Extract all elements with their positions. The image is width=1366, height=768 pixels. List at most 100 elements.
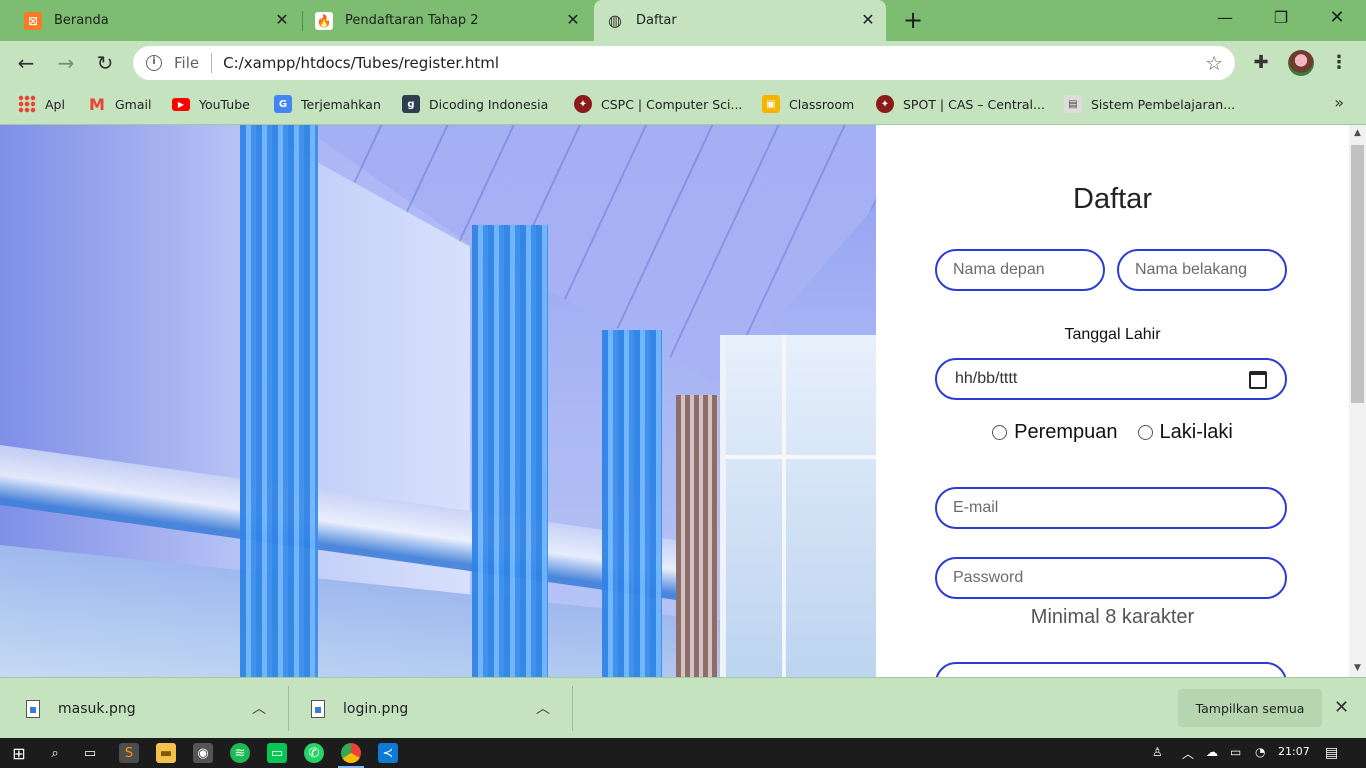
forward-button[interactable]: → bbox=[52, 49, 80, 77]
bookmark-star-icon[interactable]: ☆ bbox=[1205, 51, 1223, 75]
wifi-icon[interactable]: ◔ bbox=[1255, 745, 1265, 759]
notification-icon[interactable]: ▤ bbox=[1325, 745, 1338, 761]
download-filename: masuk.png bbox=[58, 700, 136, 717]
image-file-icon bbox=[311, 699, 325, 718]
close-icon[interactable]: ✕ bbox=[860, 12, 876, 28]
form-title: Daftar bbox=[1073, 183, 1152, 215]
confirm-password-input[interactable] bbox=[935, 662, 1287, 677]
radio-button[interactable] bbox=[1137, 425, 1153, 440]
chevron-up-icon[interactable]: ︿ bbox=[536, 698, 550, 718]
url-text[interactable]: C:/xampp/htdocs/Tubes/register.html bbox=[223, 54, 499, 72]
browser-toolbar: ← → ↻ i File C:/xampp/htdocs/Tubes/regis… bbox=[0, 41, 1366, 85]
download-separator bbox=[572, 686, 573, 731]
close-icon[interactable]: ✕ bbox=[565, 12, 581, 28]
search-icon[interactable]: ⌕ bbox=[45, 743, 65, 763]
sublime-text-icon[interactable]: S bbox=[119, 743, 139, 763]
close-download-bar-icon[interactable]: ✕ bbox=[1334, 697, 1349, 718]
bookmark-label: Gmail bbox=[115, 96, 152, 112]
menu-kebab-icon[interactable]: ⋮ bbox=[1327, 51, 1351, 75]
globe-icon: ◍ bbox=[608, 11, 622, 30]
scroll-thumb[interactable] bbox=[1351, 145, 1364, 403]
close-window-button[interactable]: ✕ bbox=[1314, 6, 1360, 34]
bookmark-dicoding[interactable]: g Dicoding Indonesia bbox=[402, 94, 548, 114]
blue-curtain-shape bbox=[602, 330, 662, 677]
bookmark-gmail[interactable]: M Gmail bbox=[88, 94, 151, 114]
bookmark-label: SPOT | CAS – Central... bbox=[903, 96, 1045, 112]
scheme-label: File bbox=[174, 54, 200, 72]
dob-placeholder: hh/bb/tttt bbox=[955, 370, 1018, 387]
apps-grid-icon bbox=[18, 95, 36, 113]
calendar-icon[interactable] bbox=[1249, 371, 1267, 389]
bookmark-label: Sistem Pembelajaran... bbox=[1091, 96, 1236, 112]
bookmark-youtube[interactable]: ▶ YouTube bbox=[172, 94, 250, 114]
tab-pendaftaran[interactable]: 🔥 Pendaftaran Tahap 2 ✕ bbox=[303, 0, 591, 41]
more-bookmarks-icon[interactable]: » bbox=[1334, 93, 1344, 112]
vscode-icon[interactable]: ≺ bbox=[378, 743, 398, 763]
gender-option-perempuan[interactable]: Perempuan bbox=[992, 421, 1118, 444]
last-name-input[interactable]: Nama belakang bbox=[1117, 249, 1287, 291]
gender-option-laki-laki[interactable]: Laki-laki bbox=[1137, 421, 1233, 444]
dicoding-icon: g bbox=[402, 95, 420, 113]
download-item-masuk[interactable]: masuk.png bbox=[26, 678, 136, 739]
spotify-icon[interactable]: ≋ bbox=[230, 743, 250, 763]
first-name-input[interactable]: Nama depan bbox=[935, 249, 1105, 291]
cspc-icon: ✦ bbox=[574, 95, 592, 113]
reload-button[interactable]: ↻ bbox=[91, 49, 119, 77]
blue-curtain-shape bbox=[472, 225, 548, 677]
password-placeholder: Password bbox=[953, 569, 1024, 586]
battery-icon[interactable]: ▭ bbox=[1230, 745, 1241, 759]
file-explorer-icon[interactable]: ▬ bbox=[156, 743, 176, 763]
bookmark-classroom[interactable]: ▣ Classroom bbox=[762, 94, 854, 114]
whatsapp-icon[interactable]: ✆ bbox=[304, 743, 324, 763]
bookmark-cspc[interactable]: ✦ CSPC | Computer Sci... bbox=[574, 94, 742, 114]
people-icon[interactable]: ♙ bbox=[1152, 745, 1163, 759]
password-input[interactable]: Password bbox=[935, 557, 1287, 599]
email-input[interactable]: E-mail bbox=[935, 487, 1287, 529]
spot-icon: ✦ bbox=[876, 95, 894, 113]
tab-title: Daftar bbox=[636, 13, 677, 28]
bookmark-terjemahkan[interactable]: G Terjemahkan bbox=[274, 94, 381, 114]
task-view-icon[interactable]: ▭ bbox=[80, 743, 100, 763]
hospital-room-image bbox=[0, 125, 876, 677]
download-item-login[interactable]: login.png bbox=[311, 678, 408, 739]
tab-beranda[interactable]: ⊠ Beranda ✕ bbox=[12, 0, 300, 41]
bookmark-label: Classroom bbox=[789, 96, 855, 112]
onedrive-icon[interactable]: ☁ bbox=[1206, 745, 1218, 759]
bookmark-label: Apl bbox=[45, 96, 65, 112]
show-all-downloads-button[interactable]: Tampilkan semua bbox=[1178, 689, 1322, 727]
scroll-down-arrow-icon[interactable]: ▼ bbox=[1349, 660, 1366, 677]
extensions-puzzle-icon[interactable]: ✚ bbox=[1249, 51, 1273, 75]
dob-date-input[interactable]: hh/bb/tttt bbox=[935, 358, 1287, 400]
bookmarks-bar: Apl M Gmail ▶ YouTube G Terjemahkan g Di… bbox=[0, 85, 1366, 125]
line-icon[interactable]: ▭ bbox=[267, 743, 287, 763]
address-bar[interactable]: i File C:/xampp/htdocs/Tubes/register.ht… bbox=[133, 46, 1235, 80]
close-icon[interactable]: ✕ bbox=[274, 12, 290, 28]
chevron-up-icon[interactable]: ︿ bbox=[252, 698, 266, 718]
info-icon[interactable]: i bbox=[146, 55, 162, 71]
bookmark-spot[interactable]: ✦ SPOT | CAS – Central... bbox=[876, 94, 1045, 114]
scroll-up-arrow-icon[interactable]: ▲ bbox=[1349, 125, 1366, 142]
taskbar-clock[interactable]: 21:07 bbox=[1278, 745, 1310, 758]
radio-button[interactable] bbox=[992, 425, 1008, 440]
camera-icon[interactable]: ◉ bbox=[193, 743, 213, 763]
first-name-placeholder: Nama depan bbox=[953, 261, 1045, 278]
bookmark-sistem[interactable]: ▤ Sistem Pembelajaran... bbox=[1064, 94, 1235, 114]
page-scrollbar[interactable]: ▲ ▼ bbox=[1349, 125, 1366, 677]
tab-title: Beranda bbox=[54, 13, 109, 28]
back-button[interactable]: ← bbox=[12, 49, 40, 77]
restore-button[interactable]: ❐ bbox=[1258, 6, 1304, 34]
bookmark-label: Dicoding Indonesia bbox=[429, 96, 549, 112]
new-tab-button[interactable]: + bbox=[900, 8, 926, 34]
tab-daftar[interactable]: ◍ Daftar ✕ bbox=[594, 0, 886, 41]
windows-start-icon[interactable]: ⊞ bbox=[9, 743, 29, 763]
profile-avatar[interactable] bbox=[1288, 50, 1314, 76]
youtube-icon: ▶ bbox=[172, 97, 190, 111]
radio-label: Laki-laki bbox=[1159, 421, 1233, 443]
password-hint: Minimal 8 karakter bbox=[1030, 606, 1195, 628]
minimize-button[interactable]: — bbox=[1202, 6, 1248, 34]
chrome-icon[interactable] bbox=[341, 743, 361, 763]
bookmark-apl[interactable]: Apl bbox=[18, 94, 65, 114]
download-separator bbox=[288, 686, 289, 731]
register-form: Daftar Nama depan Nama belakang Tanggal … bbox=[876, 125, 1349, 677]
tray-chevron-up-icon[interactable]: ︿ bbox=[1182, 745, 1194, 762]
